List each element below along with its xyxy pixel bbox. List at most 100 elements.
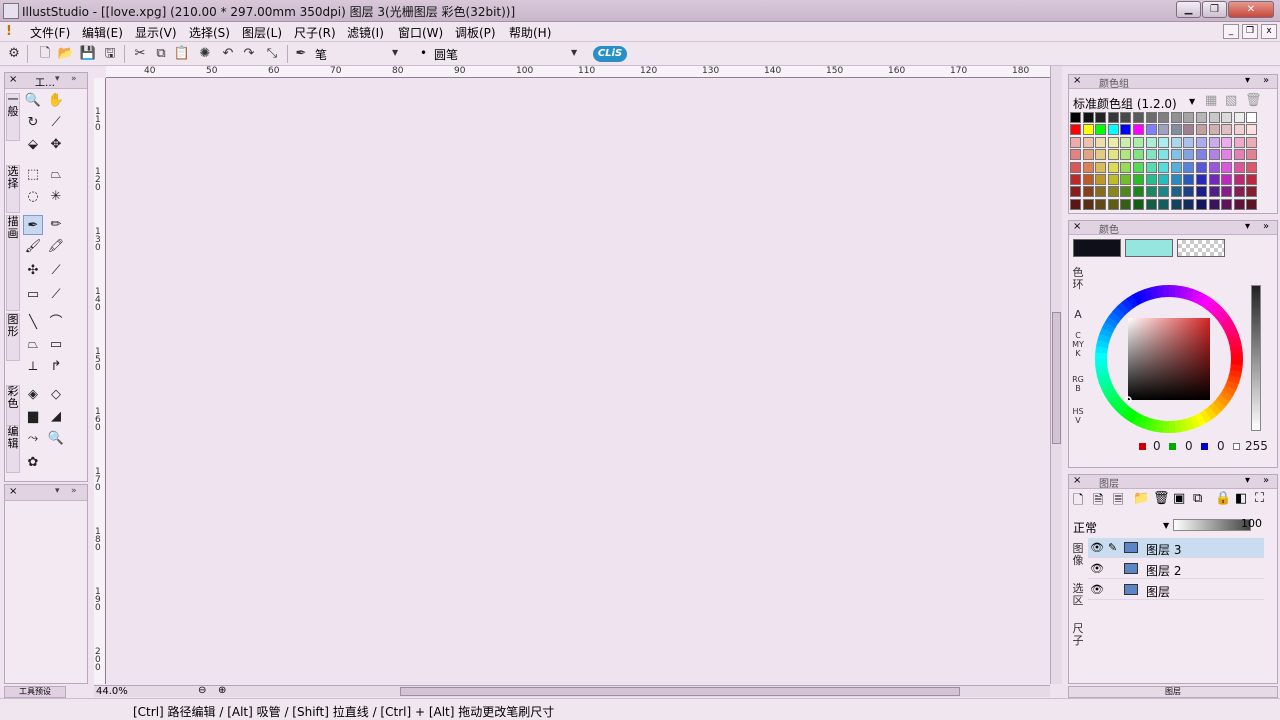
zoom-out-icon[interactable]: ⊖ <box>198 685 206 696</box>
menu-file[interactable]: 文件(F) <box>30 24 70 41</box>
copy-icon[interactable]: ⧉ <box>152 45 170 63</box>
tab-selection[interactable]: 选区 <box>1072 583 1084 613</box>
tab-ruler[interactable]: 尺子 <box>1072 623 1084 653</box>
color-swatch[interactable] <box>1120 124 1132 136</box>
color-swatch[interactable] <box>1196 149 1207 161</box>
brush-shape[interactable]: 圆笔 <box>434 46 458 63</box>
horizontal-scrollbar[interactable] <box>240 685 1050 697</box>
color-swatch[interactable] <box>1145 161 1157 173</box>
rectangle-icon[interactable]: ▭ <box>46 335 66 355</box>
new-file-icon[interactable]: 🗋 <box>36 45 54 63</box>
layer-row[interactable]: 👁 图层 <box>1088 580 1264 600</box>
color-swatch[interactable] <box>1070 136 1081 148</box>
color-swatch[interactable] <box>1183 174 1195 185</box>
color-swatch[interactable] <box>1170 112 1182 123</box>
panel-menu-icon[interactable]: ▾ <box>1245 75 1250 86</box>
color-swatch[interactable] <box>1196 136 1207 148</box>
close-icon[interactable]: ✕ <box>1228 1 1274 18</box>
ruler-icon[interactable]: ⟂ <box>23 357 43 377</box>
curve-ruler-icon[interactable]: ↱ <box>46 357 66 377</box>
color-swatch[interactable] <box>1221 161 1233 173</box>
opacity-slider[interactable] <box>1173 519 1251 531</box>
color-swatch[interactable] <box>1107 161 1119 173</box>
tab-select[interactable]: 选择 <box>6 165 20 213</box>
layer-name[interactable]: 图层 3 <box>1146 541 1181 558</box>
hand-icon[interactable]: ✋ <box>46 91 66 111</box>
panel-menu-icon[interactable]: ▾ <box>1245 221 1250 232</box>
blend-mode-select[interactable]: 正常 <box>1073 519 1097 536</box>
layer-name[interactable]: 图层 <box>1146 583 1170 600</box>
lasso-icon[interactable]: ◌ <box>23 187 43 207</box>
panel-menu-icon[interactable]: ▾ <box>1245 475 1250 486</box>
color-swatch[interactable] <box>1233 149 1245 161</box>
polyline-icon[interactable]: ⏢ <box>23 335 43 355</box>
panel-close-icon[interactable]: × <box>9 486 17 497</box>
color-swatch[interactable] <box>1070 149 1081 161</box>
color-swatch[interactable] <box>1246 198 1258 210</box>
tab-alpha[interactable]: A <box>1072 309 1084 321</box>
menu-window[interactable]: 窗口(W) <box>398 24 443 41</box>
color-swatch[interactable] <box>1208 186 1220 198</box>
color-swatch[interactable] <box>1196 186 1207 198</box>
color-swatch[interactable] <box>1183 198 1195 210</box>
color-swatch[interactable] <box>1221 149 1233 161</box>
merge-icon[interactable]: ⧉ <box>1193 491 1202 506</box>
zoom-icon[interactable]: 🔍 <box>23 91 43 111</box>
tab-rgb[interactable]: RGB <box>1072 375 1084 393</box>
color-swatch[interactable] <box>1221 174 1233 185</box>
zoom-control[interactable]: 44.0% ⊖ ⊕ <box>94 685 240 697</box>
color-swatch[interactable] <box>1120 198 1132 210</box>
color-swatch[interactable] <box>1183 149 1195 161</box>
panel-close-icon[interactable]: × <box>1073 75 1081 86</box>
paste-icon[interactable]: 📋 <box>173 45 191 63</box>
new-layer-icon[interactable]: 🗋 <box>1073 491 1083 513</box>
color-swatch[interactable] <box>1082 161 1094 173</box>
main-color-chip[interactable] <box>1073 239 1121 257</box>
mask-icon[interactable]: ▣ <box>1173 491 1185 506</box>
color-swatch[interactable] <box>1107 198 1119 210</box>
color-swatch[interactable] <box>1208 174 1220 185</box>
color-swatch[interactable] <box>1196 124 1207 136</box>
panel-close-icon[interactable]: × <box>1073 475 1081 486</box>
color-swatch[interactable] <box>1070 112 1081 123</box>
color-swatch[interactable] <box>1183 124 1195 136</box>
menu-edit[interactable]: 编辑(E) <box>82 24 123 41</box>
color-swatch[interactable] <box>1107 174 1119 185</box>
menu-view[interactable]: 显示(V) <box>135 24 177 41</box>
color-swatch[interactable] <box>1145 124 1157 136</box>
cut-icon[interactable]: ✂ <box>131 45 149 63</box>
color-swatch[interactable] <box>1107 112 1119 123</box>
color-swatch[interactable] <box>1133 136 1144 148</box>
panel-menu-icon[interactable]: ▾ <box>55 486 60 496</box>
color-swatch[interactable] <box>1070 198 1081 210</box>
color-swatch[interactable] <box>1133 124 1144 136</box>
color-swatch[interactable] <box>1221 112 1233 123</box>
color-swatch[interactable] <box>1208 149 1220 161</box>
color-swatch[interactable] <box>1233 136 1245 148</box>
color-swatch[interactable] <box>1221 186 1233 198</box>
layer-name[interactable]: 图层 2 <box>1146 562 1181 579</box>
color-swatch[interactable] <box>1082 174 1094 185</box>
eye-icon[interactable]: 👁 <box>1090 541 1104 554</box>
color-swatch[interactable] <box>1158 124 1170 136</box>
color-swatch[interactable] <box>1095 198 1107 210</box>
color-swatch[interactable] <box>1196 198 1207 210</box>
panel-menu-icon[interactable]: ▾ <box>55 74 60 84</box>
chevron-down-icon[interactable]: ▼ <box>1189 97 1195 106</box>
delete-layer-icon[interactable]: 🗑 <box>1153 491 1170 506</box>
doc-restore-icon[interactable]: ❐ <box>1242 24 1258 39</box>
color-swatch[interactable] <box>1208 112 1220 123</box>
gradient-icon[interactable]: ▆ <box>23 407 43 427</box>
panel-close-icon[interactable]: × <box>1073 221 1081 232</box>
tab-general[interactable]: 一般 <box>6 93 20 141</box>
open-folder-icon[interactable]: 📂 <box>57 45 75 63</box>
color-swatch[interactable] <box>1095 186 1107 198</box>
color-swatch[interactable] <box>1208 198 1220 210</box>
alpha-slider[interactable] <box>1251 285 1261 431</box>
tab-draw[interactable]: 描画 <box>6 215 20 311</box>
new-tone-layer-icon[interactable]: 🗏 <box>1113 491 1123 513</box>
search-icon[interactable]: 🔍 <box>46 429 66 449</box>
collapse-icon[interactable]: » <box>1263 475 1269 486</box>
color-swatch[interactable] <box>1158 136 1170 148</box>
color-swatch[interactable] <box>1145 112 1157 123</box>
